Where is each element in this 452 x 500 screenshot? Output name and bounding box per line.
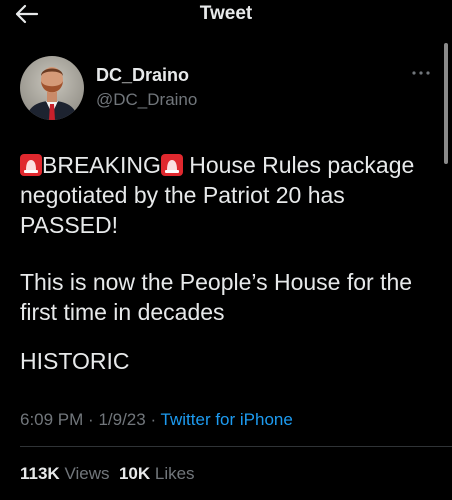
separator: · <box>88 410 94 429</box>
tweet-paragraph-3: HISTORIC <box>20 348 130 374</box>
tweet-stats: 113K Views 10K Likes <box>20 464 195 484</box>
likes-count: 10K <box>118 464 151 483</box>
tweet-date[interactable]: 1/9/23 <box>98 410 145 429</box>
author-name[interactable]: DC_Draino <box>96 65 189 86</box>
likes-stat[interactable]: 10K Likes <box>119 464 195 483</box>
views-count: 113K <box>20 464 60 483</box>
likes-label: Likes <box>154 464 195 483</box>
divider <box>20 446 452 447</box>
page-title: Tweet <box>199 3 253 24</box>
top-bar: Tweet <box>0 0 452 30</box>
police-siren-icon <box>20 154 42 176</box>
breaking-label: BREAKING <box>42 152 161 178</box>
tweet-time[interactable]: 6:09 PM <box>20 410 83 429</box>
views-stat[interactable]: 113K Views <box>20 464 109 483</box>
author-handle[interactable]: @DC_Draino <box>96 90 197 110</box>
tweet-meta: 6:09 PM · 1/9/23 · Twitter for iPhone <box>20 410 293 430</box>
separator: · <box>150 410 157 429</box>
more-options-icon <box>412 71 430 75</box>
views-label: Views <box>64 464 110 483</box>
avatar[interactable] <box>20 56 84 120</box>
scrollbar[interactable] <box>444 43 448 164</box>
more-options-button[interactable] <box>410 66 432 80</box>
tweet-paragraph-1: BREAKING House Rules package negotiated … <box>20 150 440 240</box>
tweet-paragraph-2: This is now the People’s House for the f… <box>20 269 413 325</box>
police-siren-icon <box>160 154 183 176</box>
tweet-source-link[interactable]: Twitter for iPhone <box>161 410 293 429</box>
